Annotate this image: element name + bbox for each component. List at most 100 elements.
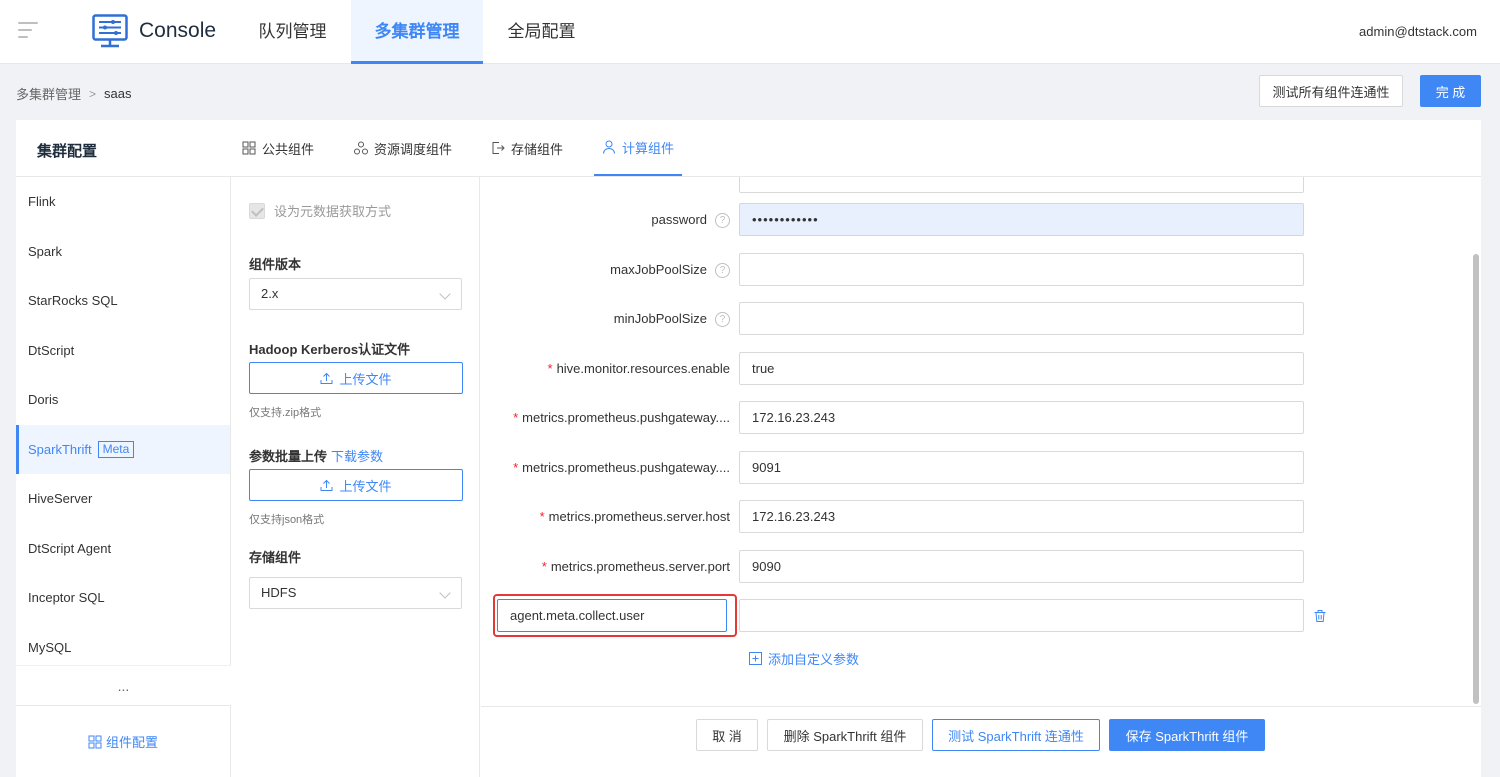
- list-item-label: SparkThrift: [28, 441, 92, 457]
- kerberos-upload-button[interactable]: 上传文件: [249, 362, 463, 394]
- user-account[interactable]: admin@dtstack.com: [1359, 24, 1477, 39]
- plus-square-icon: [749, 652, 762, 665]
- save-component-button[interactable]: 保存 SparkThrift 组件: [1109, 719, 1265, 751]
- version-label: 组件版本: [249, 257, 302, 272]
- custom-param-value-input[interactable]: [739, 599, 1304, 632]
- breadcrumb-separator: >: [89, 86, 97, 101]
- test-connectivity-button[interactable]: 测试 SparkThrift 连通性: [932, 719, 1100, 751]
- upload-icon: [320, 372, 333, 384]
- top-nav: Console 队列管理 多集群管理 全局配置 admin@dtstack.co…: [0, 0, 1500, 64]
- partial-field-input[interactable]: [739, 177, 1304, 193]
- batch-upload-text: 参数批量上传: [249, 449, 328, 464]
- breadcrumb-current: saas: [104, 86, 132, 101]
- tab-label: 资源调度组件: [374, 141, 453, 157]
- field-label-pushgateway-port: * metrics.prometheus.pushgateway....: [513, 460, 730, 475]
- chevron-down-icon: [439, 587, 451, 599]
- tab-label: 公共组件: [262, 141, 315, 157]
- list-item-dtscript[interactable]: DtScript: [16, 326, 230, 376]
- upload-label: 上传文件: [339, 371, 392, 387]
- storage-select[interactable]: HDFS: [249, 577, 462, 609]
- done-button[interactable]: 完 成: [1420, 75, 1481, 107]
- field-label-server-host: * metrics.prometheus.server.host: [539, 509, 730, 524]
- cluster-icon: [354, 141, 368, 155]
- field-label-maxjobpoolsize: maxJobPoolSize?: [610, 262, 730, 279]
- tab-resource-scheduling[interactable]: 资源调度组件: [354, 120, 452, 176]
- server-port-input[interactable]: 9090: [739, 550, 1304, 583]
- component-settings-panel: 设为元数据获取方式 组件版本 2.x Hadoop Kerberos认证文件 上…: [232, 177, 480, 777]
- tab-label: 计算组件: [621, 140, 674, 156]
- brand-name: Console: [139, 19, 217, 42]
- field-label-password: password?: [651, 212, 730, 229]
- breadcrumb: 多集群管理 > saas: [16, 84, 132, 103]
- pushgateway-port-input[interactable]: 9091: [739, 451, 1304, 484]
- meta-tag: Meta: [97, 440, 135, 458]
- metadata-checkbox[interactable]: [249, 202, 265, 219]
- upload-icon: [320, 479, 333, 491]
- brand-logo[interactable]: Console: [92, 14, 216, 48]
- list-item-inceptor-sql[interactable]: Inceptor SQL: [16, 573, 230, 623]
- list-item-sparkthrift[interactable]: SparkThrift Meta: [16, 424, 230, 474]
- list-item-dtscript-agent[interactable]: DtScript Agent: [16, 524, 230, 574]
- tab-public-components[interactable]: 公共组件: [242, 120, 314, 176]
- user-icon: [602, 140, 615, 154]
- field-label-pushgateway-host: * metrics.prometheus.pushgateway....: [513, 410, 730, 425]
- grid-icon: [242, 141, 256, 155]
- cluster-config-card: 集群配置 公共组件 资源调度组件 存储组件 计算组件 Flink Spark S…: [16, 120, 1481, 777]
- tab-label: 存储组件: [511, 141, 564, 157]
- parameter-form: password? •••••••••••• maxJobPoolSize? m…: [481, 177, 1481, 707]
- nav-tab-multi-cluster[interactable]: 多集群管理: [351, 0, 483, 64]
- field-label-minjobpoolsize: minJobPoolSize?: [614, 311, 730, 328]
- params-upload-button[interactable]: 上传文件: [249, 469, 463, 501]
- hive-monitor-input[interactable]: true: [739, 352, 1304, 385]
- component-config-button[interactable]: 组件配置: [16, 705, 231, 777]
- list-item-mysql[interactable]: MySQL: [16, 623, 230, 666]
- list-item-spark[interactable]: Spark: [16, 227, 230, 277]
- maxjobpoolsize-input[interactable]: [739, 253, 1304, 286]
- password-input[interactable]: ••••••••••••: [739, 203, 1304, 236]
- form-scrollbar[interactable]: [1473, 254, 1479, 704]
- list-item-doris[interactable]: Doris: [16, 375, 230, 425]
- help-icon[interactable]: ?: [715, 312, 730, 328]
- more-components[interactable]: ...: [16, 665, 231, 705]
- list-item-flink[interactable]: Flink: [16, 177, 230, 227]
- storage-label: 存储组件: [249, 550, 302, 565]
- nav-tab-queue[interactable]: 队列管理: [240, 0, 345, 64]
- component-list: Flink Spark StarRocks SQL DtScript Doris…: [16, 177, 231, 665]
- zip-hint: 仅支持.zip格式: [249, 407, 322, 419]
- add-param-label: 添加自定义参数: [768, 652, 860, 667]
- kerberos-label: Hadoop Kerberos认证文件: [249, 342, 411, 357]
- breadcrumb-parent[interactable]: 多集群管理: [16, 84, 81, 103]
- download-params-link[interactable]: 下载参数: [331, 449, 383, 464]
- tab-storage-components[interactable]: 存储组件: [491, 120, 563, 176]
- list-item-hiveserver[interactable]: HiveServer: [16, 474, 230, 524]
- chevron-down-icon: [439, 288, 451, 300]
- metadata-checkbox-label: 设为元数据获取方式: [274, 204, 392, 219]
- field-label-hive-monitor: * hive.monitor.resources.enable: [547, 361, 731, 376]
- nav-tab-global-config[interactable]: 全局配置: [489, 0, 594, 64]
- component-config-label: 组件配置: [105, 735, 158, 750]
- cancel-button[interactable]: 取 消: [696, 719, 758, 751]
- metadata-checkbox-row[interactable]: 设为元数据获取方式: [249, 201, 391, 220]
- card-title: 集群配置: [37, 143, 98, 160]
- tab-compute-components[interactable]: 计算组件: [594, 120, 682, 176]
- help-icon[interactable]: ?: [715, 213, 730, 229]
- storage-select-value: HDFS: [261, 585, 297, 600]
- trash-icon[interactable]: [1313, 609, 1327, 623]
- export-icon: [492, 142, 505, 154]
- json-hint: 仅支持json格式: [249, 514, 325, 526]
- delete-component-button[interactable]: 删除 SparkThrift 组件: [767, 719, 923, 751]
- menu-icon[interactable]: [18, 22, 38, 40]
- server-host-input[interactable]: 172.16.23.243: [739, 500, 1304, 533]
- test-all-connectivity-button[interactable]: 测试所有组件连通性: [1259, 75, 1403, 107]
- field-label-server-port: * metrics.prometheus.server.port: [541, 559, 730, 574]
- minjobpoolsize-input[interactable]: [739, 302, 1304, 335]
- list-item-starrocks-sql[interactable]: StarRocks SQL: [16, 276, 230, 326]
- grid-icon: [88, 735, 102, 748]
- upload-label: 上传文件: [339, 478, 392, 494]
- help-icon[interactable]: ?: [715, 263, 730, 279]
- pushgateway-host-input[interactable]: 172.16.23.243: [739, 401, 1304, 434]
- footer-divider: [481, 706, 1481, 707]
- version-select[interactable]: 2.x: [249, 278, 462, 310]
- add-custom-param-button[interactable]: 添加自定义参数: [749, 649, 859, 668]
- custom-param-key-input[interactable]: agent.meta.collect.user: [497, 599, 727, 632]
